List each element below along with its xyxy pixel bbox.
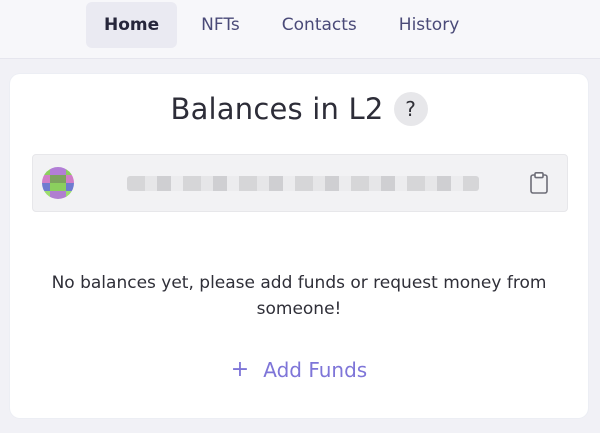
address-box bbox=[32, 154, 568, 212]
plus-icon: + bbox=[230, 357, 250, 382]
add-funds-button[interactable]: + Add Funds bbox=[10, 358, 588, 382]
nav-tabs: Home NFTs Contacts History bbox=[86, 2, 477, 48]
wallet-address-blurred bbox=[127, 176, 479, 191]
page-title: Balances in L2 bbox=[170, 92, 384, 126]
add-funds-label: Add Funds bbox=[263, 358, 368, 382]
tab-home[interactable]: Home bbox=[86, 2, 178, 48]
empty-balances-message: No balances yet, please add funds or req… bbox=[51, 273, 547, 319]
balances-card: Balances in L2 ? No balances yet, please… bbox=[10, 74, 588, 418]
avatar bbox=[42, 167, 74, 199]
copy-address-button[interactable] bbox=[528, 171, 550, 195]
tab-history[interactable]: History bbox=[381, 2, 477, 48]
tab-nfts[interactable]: NFTs bbox=[183, 2, 258, 48]
question-icon: ? bbox=[405, 97, 416, 121]
help-button[interactable]: ? bbox=[393, 92, 428, 126]
top-navigation-bar: Home NFTs Contacts History bbox=[0, 0, 600, 59]
balances-header: Balances in L2 ? bbox=[10, 92, 588, 126]
clipboard-icon bbox=[530, 171, 548, 194]
tab-contacts[interactable]: Contacts bbox=[264, 2, 375, 48]
